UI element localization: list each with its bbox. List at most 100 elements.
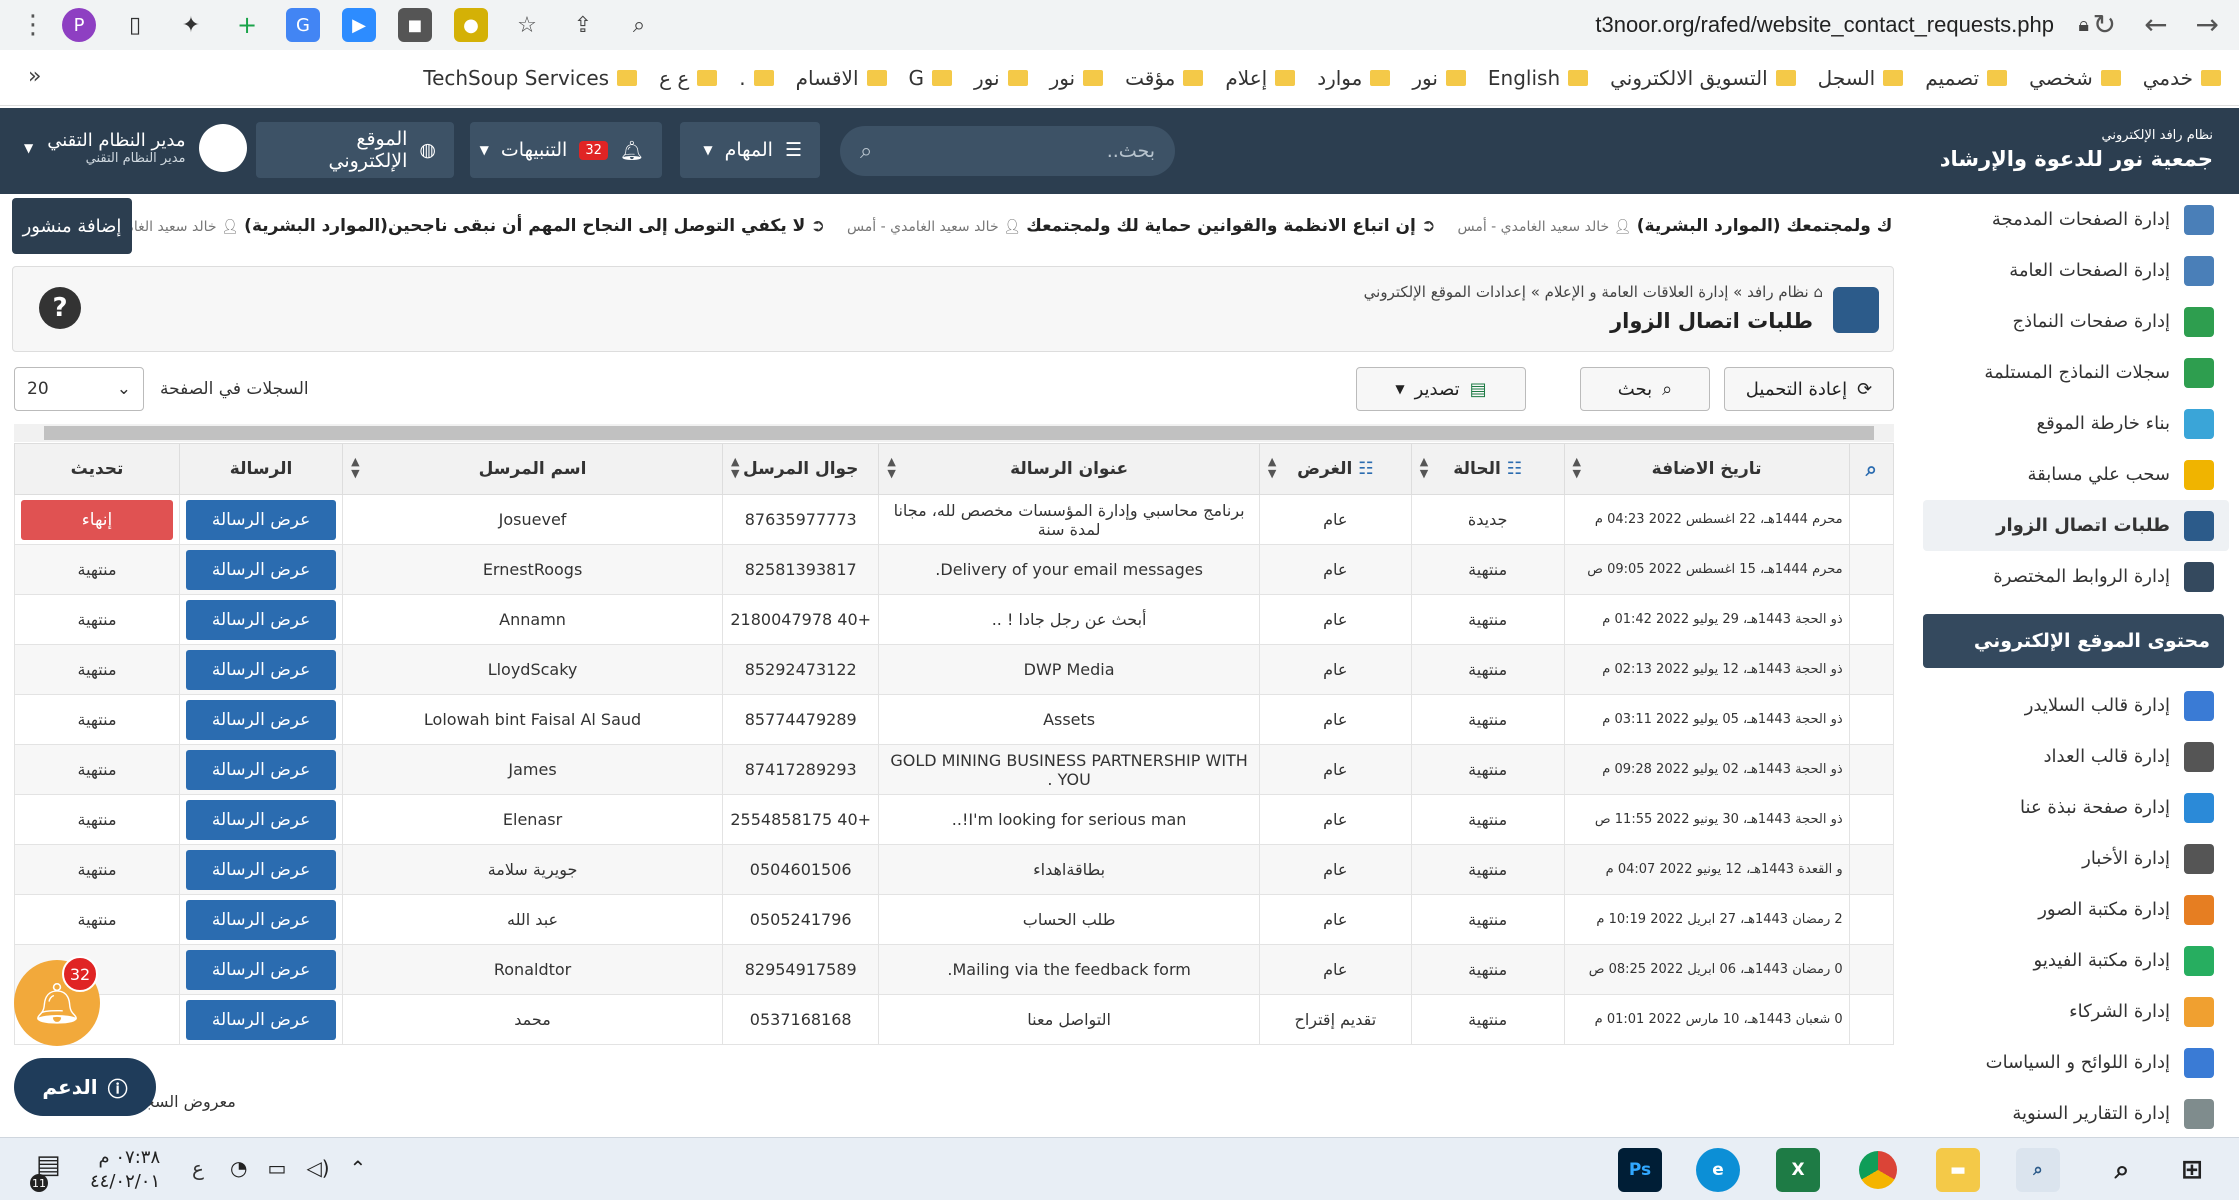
view-message-button[interactable]: عرض الرسالة xyxy=(186,849,337,890)
user-menu[interactable]: مدير النظام التقني مدير النظام التقني ▼ xyxy=(24,124,248,172)
reload-icon[interactable]: ↻ xyxy=(2093,8,2116,41)
bookmark-item[interactable]: English xyxy=(1488,66,1589,90)
bookmark-item[interactable]: نور xyxy=(1412,66,1466,90)
per-page-select[interactable]: 20 ⌄ xyxy=(14,367,144,411)
view-message-button[interactable]: عرض الرسالة xyxy=(186,749,337,790)
star-icon[interactable]: ☆ xyxy=(510,8,544,42)
row-select-cell[interactable] xyxy=(1848,544,1895,595)
column-header-status[interactable]: ☷ الحالة ▲ ▼ xyxy=(1410,443,1565,495)
bookmark-item[interactable]: الاقسام xyxy=(796,66,887,90)
search-page-icon[interactable]: ⌕ xyxy=(622,8,656,42)
share-icon[interactable]: ⇪ xyxy=(566,8,600,42)
bookmark-item[interactable]: ع ع xyxy=(659,66,718,90)
column-header-subject[interactable]: عنوان الرسالة ▲ ▼ xyxy=(878,443,1260,495)
sidebar-item[interactable]: إدارة الصفحات المدمجة xyxy=(1913,194,2239,245)
sidebar-item[interactable]: إدارة الشركاء xyxy=(1913,986,2239,1037)
column-header-purpose[interactable]: ☷ الغرض ▲ ▼ xyxy=(1258,443,1412,495)
sidebar-item[interactable]: إدارة مكتبة الفيديو xyxy=(1913,935,2239,986)
chevron-up-icon[interactable]: ⌃ xyxy=(350,1156,367,1180)
sidebar-section-website-content[interactable]: محتوى الموقع الإلكتروني xyxy=(1923,614,2224,668)
column-header-date[interactable]: تاريخ الاضافة ▲ ▼ xyxy=(1563,443,1850,495)
bookmark-item[interactable]: موارد xyxy=(1317,66,1391,90)
bookmark-item[interactable]: مؤقت xyxy=(1125,66,1204,90)
sidebar-item[interactable]: بناء خارطة الموقع xyxy=(1913,398,2239,449)
sidebar-item[interactable]: إدارة قالب العداد xyxy=(1913,731,2239,782)
add-post-button[interactable]: إضافة منشور xyxy=(12,198,132,254)
export-button[interactable]: ▤ تصدير ▼ xyxy=(1356,367,1526,411)
website-button[interactable]: ◍ الموقع الإلكتروني xyxy=(256,122,454,178)
row-select-cell[interactable] xyxy=(1848,844,1895,895)
bookmark-item[interactable]: تصميم xyxy=(1925,66,2008,90)
photoshop-icon[interactable]: Ps xyxy=(1618,1148,1662,1192)
sidebar-item[interactable]: إدارة التقارير السنوية xyxy=(1913,1088,2239,1139)
extension-icon[interactable]: ◼ xyxy=(398,8,432,42)
ticker-item[interactable]: ➲ ك ولمجتمعك (الموارد البشرية) 👤︎ خالد س… xyxy=(1457,216,1892,236)
view-message-button[interactable]: عرض الرسالة xyxy=(186,799,337,840)
view-message-button[interactable]: عرض الرسالة xyxy=(186,949,337,990)
breadcrumb[interactable]: ⌂ نظام رافد » إدارة العلاقات العامة و ال… xyxy=(1364,283,1823,301)
alerts-menu-button[interactable]: 🔔︎ 32 التنبيهات ▼ xyxy=(470,122,662,178)
bookmark-item[interactable]: التسويق الالكتروني xyxy=(1610,66,1796,90)
back-icon[interactable]: → xyxy=(2196,8,2219,41)
battery-icon[interactable]: ▭ xyxy=(267,1156,286,1180)
bookmark-item[interactable]: السجل xyxy=(1818,66,1904,90)
row-select-cell[interactable] xyxy=(1848,894,1895,945)
view-message-button[interactable]: عرض الرسالة xyxy=(186,649,337,690)
bookmark-item[interactable]: نور xyxy=(974,66,1028,90)
view-message-button[interactable]: عرض الرسالة xyxy=(186,599,337,640)
forward-icon[interactable]: ← xyxy=(2144,8,2167,41)
row-select-cell[interactable] xyxy=(1848,494,1895,545)
search-icon[interactable]: ⌕ xyxy=(2100,1148,2144,1192)
row-select-cell[interactable] xyxy=(1848,994,1895,1045)
bookmark-item[interactable]: خدمي xyxy=(2143,66,2221,90)
extension-icon-2[interactable]: ● xyxy=(454,8,488,42)
column-search[interactable]: ⌕ xyxy=(1848,443,1895,495)
row-select-cell[interactable] xyxy=(1848,794,1895,845)
language-indicator[interactable]: ع xyxy=(192,1156,204,1180)
sidebar-item[interactable]: إدارة الصفحات العامة xyxy=(1913,245,2239,296)
sidebar-toggle-icon[interactable]: ▯ xyxy=(118,8,152,42)
ticker-item[interactable]: ➲ لا يكفي التوصل إلى النجاح المهم أن نبق… xyxy=(27,216,825,236)
lock-icon[interactable]: 🔒︎ xyxy=(2078,12,2089,36)
column-header-mobile[interactable]: جوال المرسل ▲ ▼ xyxy=(722,443,880,495)
help-icon[interactable]: ? xyxy=(39,287,81,329)
view-message-button[interactable]: عرض الرسالة xyxy=(186,999,337,1040)
row-select-cell[interactable] xyxy=(1848,744,1895,795)
zoom-icon[interactable]: ▶ xyxy=(342,8,376,42)
end-button[interactable]: إنهاء xyxy=(21,499,174,540)
edge-icon[interactable]: e xyxy=(1696,1148,1740,1192)
view-message-button[interactable]: عرض الرسالة xyxy=(186,899,337,940)
profile-avatar[interactable]: P xyxy=(62,8,96,42)
reload-button[interactable]: ⟳ إعادة التحميل xyxy=(1724,367,1894,411)
scrollbar-thumb[interactable] xyxy=(44,426,1874,440)
row-select-cell[interactable] xyxy=(1848,594,1895,645)
sidebar-item[interactable]: إدارة الروابط المختصرة xyxy=(1913,551,2239,602)
browser-menu-icon[interactable]: ⋮ xyxy=(20,10,46,40)
wifi-icon[interactable]: ◔ xyxy=(230,1156,247,1180)
global-search-input[interactable]: بحث.. ⌕ xyxy=(840,126,1175,176)
view-message-button[interactable]: عرض الرسالة xyxy=(186,699,337,740)
sidebar-item[interactable]: سحب علي مسابقة xyxy=(1913,449,2239,500)
support-button[interactable]: ⓘ الدعم xyxy=(14,1058,156,1116)
brand[interactable]: نظام رافد الإلكتروني جمعية نور للدعوة وا… xyxy=(1940,128,2213,171)
sidebar-item[interactable]: إدارة مكتبة الصور xyxy=(1913,884,2239,935)
ticker-item[interactable]: ➲ إن اتباع الانظمة والقوانين حماية لك ول… xyxy=(847,216,1436,236)
row-select-cell[interactable] xyxy=(1848,694,1895,745)
row-select-cell[interactable] xyxy=(1848,644,1895,695)
sidebar-item[interactable]: إدارة قالب السلايدر xyxy=(1913,680,2239,731)
sidebar-item[interactable]: إدارة صفحات النماذج xyxy=(1913,296,2239,347)
file-explorer-icon[interactable]: ▬ xyxy=(1936,1148,1980,1192)
column-header-name[interactable]: اسم المرسل ▲ ▼ xyxy=(342,443,724,495)
view-message-button[interactable]: عرض الرسالة xyxy=(186,499,337,540)
bookmark-item[interactable]: . xyxy=(739,66,774,90)
bookmark-item[interactable]: شخصي xyxy=(2029,66,2121,90)
bookmark-item[interactable]: نور xyxy=(1050,66,1104,90)
translate-icon[interactable]: G xyxy=(286,8,320,42)
tasks-menu-button[interactable]: ☰ المهام ▼ xyxy=(680,122,820,178)
bookmark-item[interactable]: G xyxy=(909,66,952,90)
sidebar-item[interactable]: طلبات اتصال الزوار xyxy=(1923,500,2229,551)
search-app-icon[interactable]: ⌕ xyxy=(2016,1148,2060,1192)
view-message-button[interactable]: عرض الرسالة xyxy=(186,549,337,590)
search-button[interactable]: ⌕ بحث xyxy=(1580,367,1710,411)
horizontal-scrollbar[interactable] xyxy=(14,424,1894,442)
